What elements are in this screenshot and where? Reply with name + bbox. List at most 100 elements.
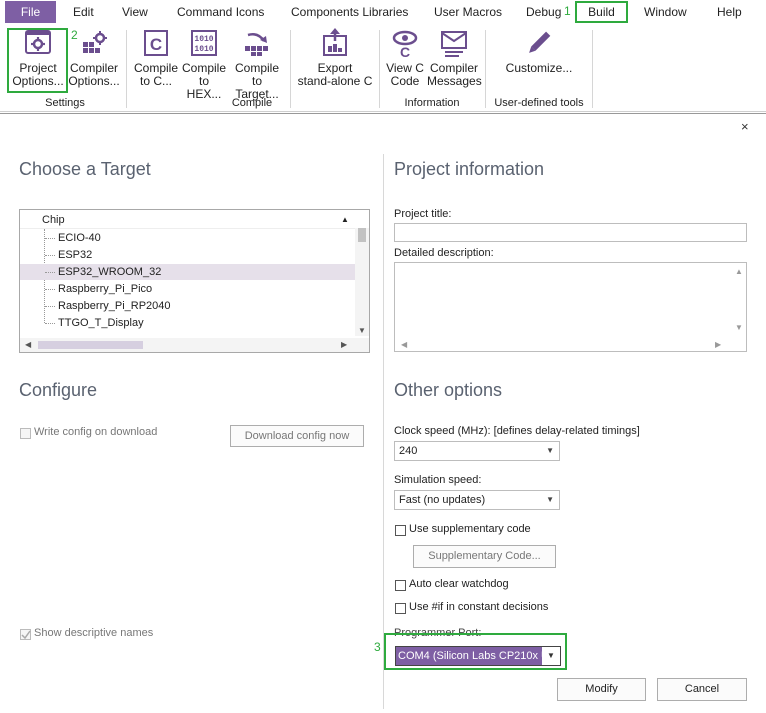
ribbon-separator [485, 30, 486, 108]
menu-window[interactable]: Window [644, 0, 687, 22]
target-tree[interactable]: Chip ▲ ECIO-40 ESP32 ESP32_WROOM_32 Rasp… [19, 209, 370, 353]
compile-to-c-button[interactable]: C Compile to C... [133, 28, 179, 88]
scroll-left-icon[interactable]: ◀ [401, 340, 407, 349]
project-options-label-2: Options... [12, 74, 64, 88]
messages-label-2: Messages [427, 74, 482, 88]
project-options-button[interactable]: Project Options... [9, 28, 67, 88]
simulation-speed-label: Simulation speed: [394, 474, 482, 486]
compiler-messages-button[interactable]: Compiler Messages [427, 28, 482, 88]
configure-title: Configure [19, 380, 98, 400]
compile-c-label-2: to C... [139, 74, 172, 88]
scroll-down-icon[interactable]: ▼ [358, 326, 366, 335]
project-options-dialog: × Choose a Target Project information Ch… [0, 113, 766, 713]
auto-clear-watchdog-label: Auto clear watchdog [409, 578, 509, 590]
menu-bar: File Edit View Command Icons Components … [0, 0, 766, 24]
customize-button[interactable]: Customize... [500, 28, 578, 75]
group-information: Information [404, 97, 460, 109]
description-label: Detailed description: [394, 247, 494, 259]
scroll-thumb[interactable] [38, 341, 143, 349]
svg-text:1010: 1010 [194, 35, 213, 44]
view-c-code-button[interactable]: C View C Code [384, 28, 426, 88]
clock-speed-label: Clock speed (MHz): [defines delay-relate… [394, 425, 640, 437]
project-information-title: Project information [394, 159, 545, 179]
menu-build[interactable]: Build [575, 1, 628, 23]
chevron-down-icon: ▼ [546, 446, 554, 455]
export-label-2: stand-alone C [297, 74, 373, 88]
callout-1: 1 [564, 4, 571, 18]
description-textarea[interactable]: ▲ ▼ ◀ ▶ [394, 262, 747, 352]
group-compile: Compile [231, 97, 273, 109]
ribbon-separator [592, 30, 593, 108]
auto-clear-watchdog-checkbox[interactable] [395, 580, 406, 591]
use-if-checkbox[interactable] [395, 603, 406, 614]
use-supplementary-code-checkbox[interactable] [395, 525, 406, 536]
write-config-checkbox[interactable] [20, 428, 31, 439]
export-standalone-c-button[interactable]: Export stand-alone C [295, 28, 375, 88]
download-config-button[interactable]: Download config now [230, 425, 364, 447]
programmer-port-select[interactable]: COM4 (Silicon Labs CP210x U ▼ [395, 646, 561, 666]
compiler-options-button[interactable]: Compiler Options... [68, 28, 120, 88]
close-icon[interactable]: × [741, 119, 749, 134]
clock-speed-select[interactable]: 240 ▼ [394, 441, 560, 461]
scroll-right-icon[interactable]: ▶ [715, 340, 721, 349]
svg-text:C: C [400, 44, 410, 58]
menu-debug[interactable]: Debug [526, 0, 561, 22]
supplementary-code-button[interactable]: Supplementary Code... [413, 545, 556, 568]
menu-command-icons[interactable]: Command Icons [177, 0, 264, 22]
menu-view[interactable]: View [122, 0, 148, 22]
show-descriptive-names-label: Show descriptive names [34, 627, 154, 639]
menu-edit[interactable]: Edit [73, 0, 94, 22]
compile-hex-icon: 1010 1010 [189, 28, 219, 58]
tree-root-label: Chip [42, 214, 65, 226]
other-options-title: Other options [394, 380, 503, 400]
compiler-options-icon [79, 28, 109, 58]
tree-item[interactable]: Raspberry_Pi_Pico [20, 281, 357, 297]
menu-components-libraries[interactable]: Components Libraries [291, 0, 408, 22]
tree-vertical-scrollbar[interactable]: ▼ [355, 228, 369, 336]
chevron-down-icon[interactable]: ▼ [542, 647, 560, 665]
project-title-label: Project title: [394, 208, 452, 220]
simulation-speed-value: Fast (no updates) [399, 494, 486, 506]
scroll-up-icon[interactable]: ▲ [735, 267, 743, 276]
ribbon: 2 Project Options... Compiler Options...… [0, 24, 766, 112]
tree-item[interactable]: ESP32 [20, 247, 357, 263]
compile-to-target-button[interactable]: Compile to Target... [229, 28, 285, 101]
export-icon [320, 28, 350, 58]
clock-speed-value: 240 [399, 445, 418, 457]
tree-item[interactable]: Raspberry_Pi_RP2040 [20, 298, 357, 314]
check-icon [21, 630, 31, 640]
programmer-port-value: COM4 (Silicon Labs CP210x U [398, 650, 550, 662]
customize-label: Customize... [505, 61, 573, 75]
cancel-button[interactable]: Cancel [657, 678, 747, 701]
choose-target-title: Choose a Target [19, 159, 151, 179]
menu-user-macros[interactable]: User Macros [434, 0, 502, 22]
view-c-label-2: Code [390, 74, 420, 88]
compile-target-icon [242, 28, 272, 58]
chevron-down-icon: ▼ [546, 495, 554, 504]
simulation-speed-select[interactable]: Fast (no updates) ▼ [394, 490, 560, 510]
collapse-arrow-icon[interactable]: ▲ [341, 211, 349, 229]
tree-item-selected[interactable]: ESP32_WROOM_32 [20, 264, 357, 280]
scroll-left-icon[interactable]: ◀ [25, 340, 31, 349]
view-c-icon: C [390, 28, 420, 60]
scroll-right-icon[interactable]: ▶ [341, 340, 347, 349]
scroll-thumb[interactable] [358, 228, 366, 242]
use-if-label: Use #if in constant decisions [409, 601, 549, 613]
show-descriptive-names-checkbox[interactable] [20, 629, 31, 640]
tree-item[interactable]: ECIO-40 [20, 230, 357, 246]
project-title-input[interactable] [394, 223, 747, 242]
svg-text:1010: 1010 [194, 45, 213, 54]
tree-header: Chip ▲ [20, 211, 355, 229]
callout-3: 3 [374, 640, 381, 654]
project-options-icon [23, 28, 53, 58]
menu-help[interactable]: Help [717, 0, 742, 22]
use-supplementary-code-label: Use supplementary code [409, 523, 531, 535]
tree-horizontal-scrollbar[interactable]: ◀ ▶ [20, 338, 369, 352]
modify-button[interactable]: Modify [557, 678, 646, 701]
scroll-down-icon[interactable]: ▼ [735, 323, 743, 332]
compile-to-hex-button[interactable]: 1010 1010 Compile to HEX... [180, 28, 228, 101]
menu-file[interactable]: File [5, 1, 56, 23]
svg-text:C: C [150, 35, 162, 54]
tree-item[interactable]: TTGO_T_Display [20, 315, 357, 331]
ribbon-separator [126, 30, 127, 108]
